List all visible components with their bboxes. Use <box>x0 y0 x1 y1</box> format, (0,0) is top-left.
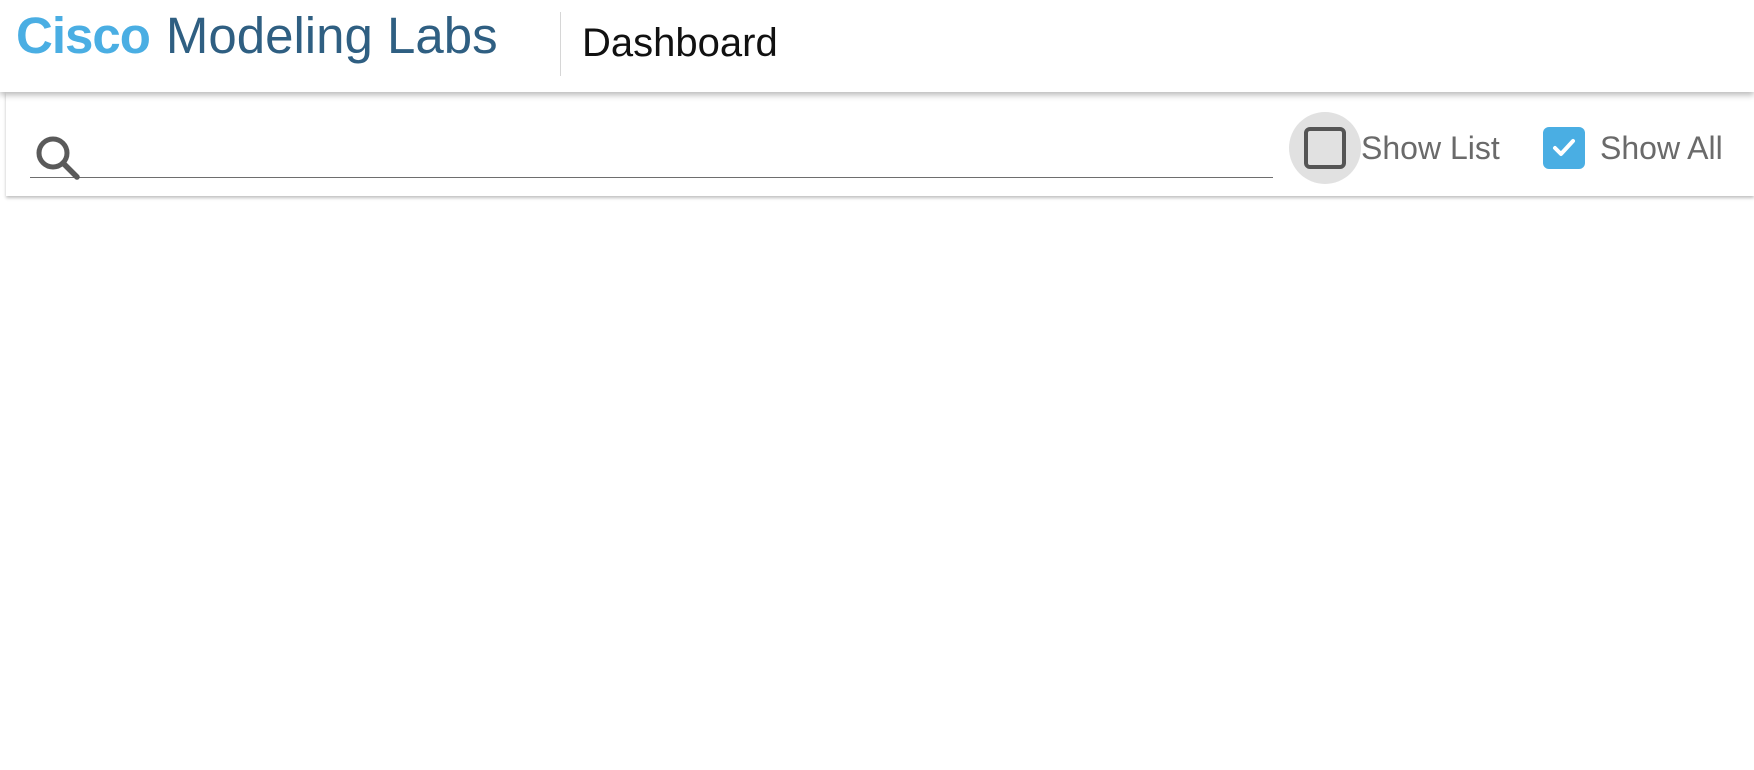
show-list-focus-ripple <box>1289 112 1361 184</box>
show-all-label[interactable]: Show All <box>1600 130 1723 167</box>
dashboard-content <box>0 196 1754 770</box>
search-field[interactable] <box>30 126 1273 180</box>
show-all-toggle[interactable]: Show All <box>1528 112 1723 184</box>
show-list-toggle[interactable]: Show List <box>1289 112 1500 184</box>
checkmark-icon <box>1553 139 1575 156</box>
show-all-focus-ripple <box>1528 112 1600 184</box>
page-title: Dashboard <box>582 20 778 65</box>
show-list-label[interactable]: Show List <box>1361 130 1500 167</box>
brand-cisco: Cisco <box>16 6 151 64</box>
brand-product-name: Modeling Labs <box>165 6 498 64</box>
show-list-checkbox[interactable] <box>1304 127 1346 169</box>
app-logo[interactable]: Cisco Modeling Labs <box>16 4 498 66</box>
search-input[interactable] <box>90 132 1265 174</box>
dashboard-toolbar: Show List Show All <box>6 92 1754 196</box>
app-header: Cisco Modeling Labs Dashboard <box>0 0 1754 92</box>
show-all-checkbox[interactable] <box>1543 127 1585 169</box>
search-icon <box>36 136 80 180</box>
header-divider <box>560 12 561 76</box>
